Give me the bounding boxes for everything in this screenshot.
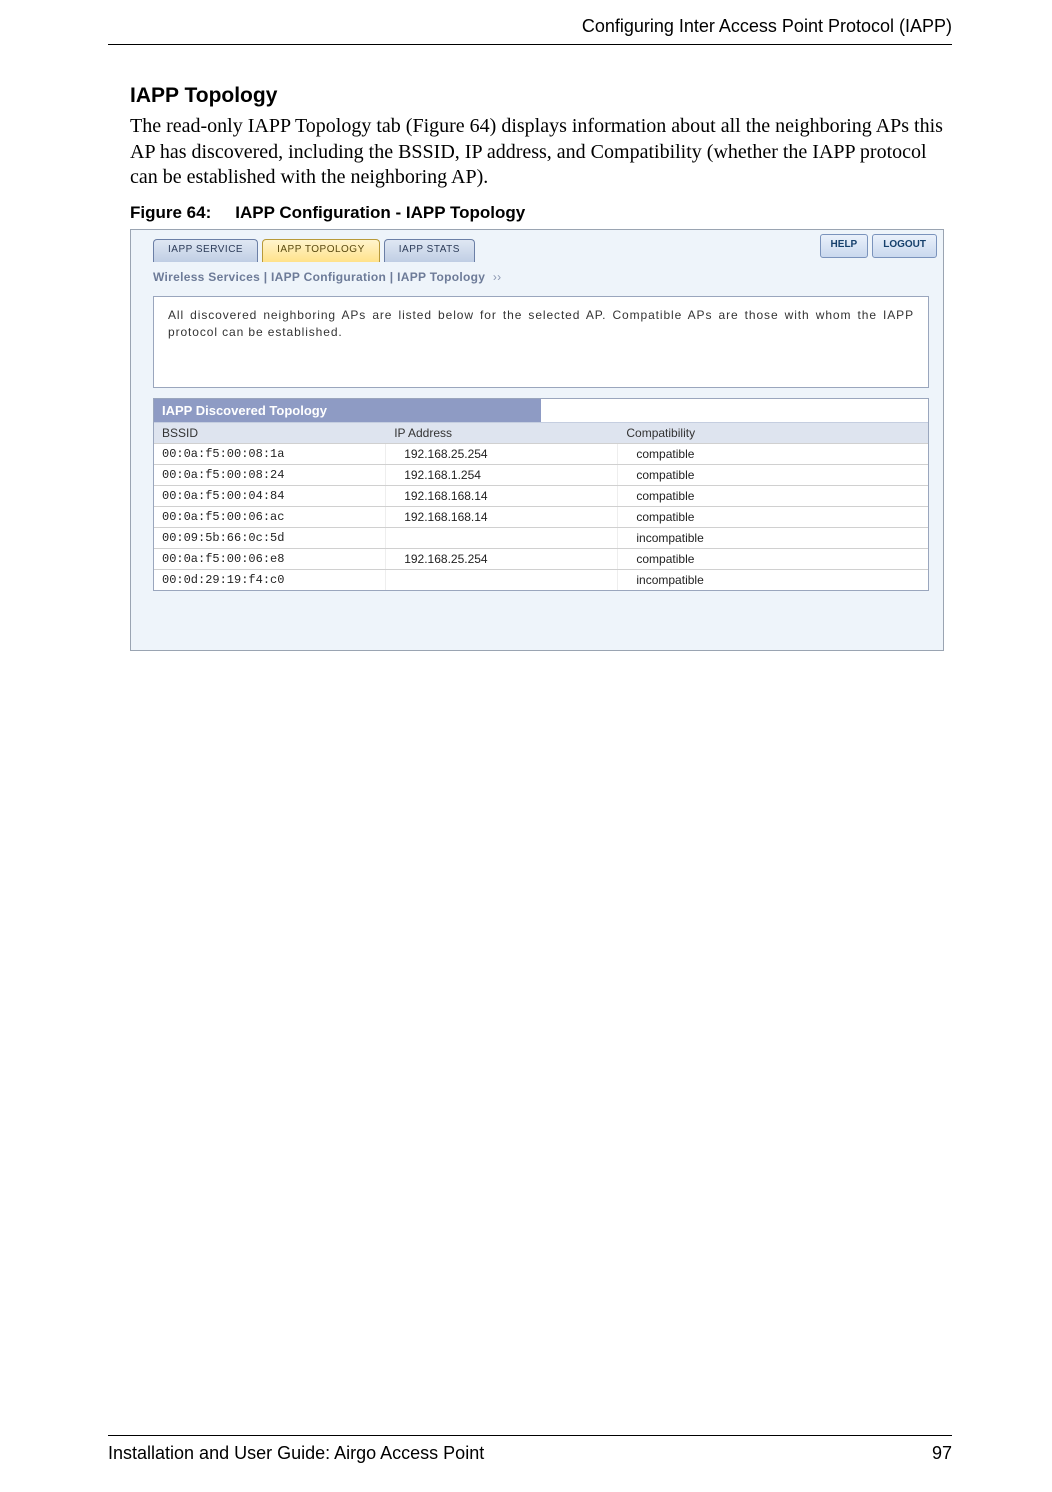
screenshot-iapp-topology: HELP LOGOUT IAPP SERVICE IAPP TOPOLOGY I… [130,229,944,651]
cell-compat: compatible [618,444,928,464]
cell-bssid: 00:0a:f5:00:06:ac [154,507,386,527]
cell-bssid: 00:0a:f5:00:06:e8 [154,549,386,569]
th-bssid: BSSID [154,423,386,443]
cell-ip: 192.168.168.14 [386,507,618,527]
help-button[interactable]: HELP [820,234,869,258]
topology-table: IAPP Discovered Topology BSSID IP Addres… [153,398,929,591]
cell-bssid: 00:0a:f5:00:04:84 [154,486,386,506]
breadcrumb-text: Wireless Services | IAPP Configuration |… [153,270,485,284]
tab-iapp-service[interactable]: IAPP SERVICE [153,239,258,262]
footer-rule [108,1435,952,1436]
cell-bssid: 00:0a:f5:00:08:1a [154,444,386,464]
info-box: All discovered neighboring APs are liste… [153,296,929,388]
figure-title: IAPP Configuration - IAPP Topology [235,203,525,222]
cell-compat: compatible [618,486,928,506]
cell-compat: compatible [618,465,928,485]
cell-ip [386,570,618,590]
section-body: The read-only IAPP Topology tab (Figure … [130,114,944,191]
cell-ip [386,528,618,548]
header-rule [108,44,952,45]
breadcrumb: Wireless Services | IAPP Configuration |… [131,262,943,290]
figure-caption: Figure 64: IAPP Configuration - IAPP Topo… [130,203,944,223]
logout-button[interactable]: LOGOUT [872,234,937,258]
info-box-text: All discovered neighboring APs are liste… [168,307,914,341]
tab-iapp-topology[interactable]: IAPP TOPOLOGY [262,239,380,262]
cell-ip: 192.168.25.254 [386,549,618,569]
cell-ip: 192.168.25.254 [386,444,618,464]
cell-ip: 192.168.1.254 [386,465,618,485]
table-header-row: BSSID IP Address Compatibility [154,422,928,443]
cell-bssid: 00:0a:f5:00:08:24 [154,465,386,485]
cell-compat: compatible [618,549,928,569]
cell-compat: incompatible [618,570,928,590]
table-row: 00:0a:f5:00:04:84 192.168.168.14 compati… [154,485,928,506]
table-row: 00:0a:f5:00:06:e8 192.168.25.254 compati… [154,548,928,569]
cell-ip: 192.168.168.14 [386,486,618,506]
table-row: 00:0a:f5:00:06:ac 192.168.168.14 compati… [154,506,928,527]
table-row: 00:0a:f5:00:08:24 192.168.1.254 compatib… [154,464,928,485]
tab-iapp-stats[interactable]: IAPP STATS [384,239,475,262]
table-row: 00:0a:f5:00:08:1a 192.168.25.254 compati… [154,443,928,464]
section-title: IAPP Topology [130,84,944,108]
cell-bssid: 00:0d:29:19:f4:c0 [154,570,386,590]
topology-table-title: IAPP Discovered Topology [154,399,541,422]
table-row: 00:0d:29:19:f4:c0 incompatible [154,569,928,590]
th-ip: IP Address [386,423,618,443]
page-number: 97 [932,1443,952,1464]
cell-bssid: 00:09:5b:66:0c:5d [154,528,386,548]
breadcrumb-arrow-icon: ›› [489,270,502,284]
figure-number: Figure 64: [130,203,211,222]
th-compat: Compatibility [618,423,928,443]
table-row: 00:09:5b:66:0c:5d incompatible [154,527,928,548]
footer-doc-title: Installation and User Guide: Airgo Acces… [108,1443,484,1464]
cell-compat: incompatible [618,528,928,548]
running-header: Configuring Inter Access Point Protocol … [582,16,952,37]
cell-compat: compatible [618,507,928,527]
